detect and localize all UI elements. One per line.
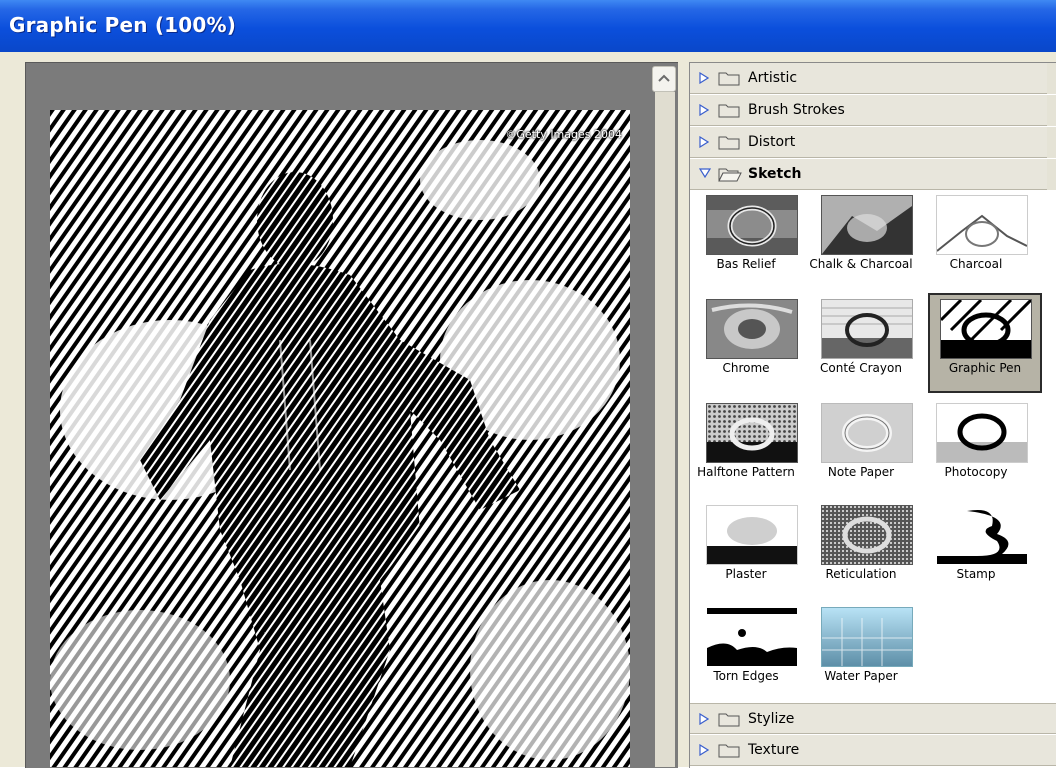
thumbnail-image xyxy=(936,403,1028,463)
filter-thumb-graphic-pen[interactable]: Graphic Pen xyxy=(928,293,1042,393)
scrollbar-edge xyxy=(1047,127,1056,158)
panel-divider[interactable] xyxy=(681,62,689,767)
thumbnail-label: Conté Crayon xyxy=(820,361,902,375)
thumbnail-image xyxy=(706,299,798,359)
category-texture[interactable]: Texture xyxy=(690,735,1056,766)
thumbnail-image xyxy=(821,607,913,667)
thumbnail-label: Chrome xyxy=(722,361,770,375)
thumbnail-image xyxy=(706,195,798,255)
expand-arrow-icon xyxy=(699,713,709,725)
expand-arrow-icon xyxy=(699,136,709,148)
filter-thumb-charcoal[interactable]: Charcoal xyxy=(926,191,1028,289)
sketch-filter-thumbnails: Bas Relief Chalk & Charcoal Charcoal Chr… xyxy=(690,191,1056,701)
thumbnail-image xyxy=(821,403,913,463)
thumbnail-label: Bas Relief xyxy=(716,257,776,271)
thumbnail-image xyxy=(821,505,913,565)
category-brush-strokes[interactable]: Brush Strokes xyxy=(690,95,1056,126)
thumbnail-image xyxy=(821,299,913,359)
preview-scrollbar[interactable] xyxy=(655,92,675,767)
category-label: Stylize xyxy=(748,711,795,727)
folder-icon xyxy=(718,104,740,118)
filter-thumb-note-paper[interactable]: Note Paper xyxy=(811,399,913,497)
thumbnail-image xyxy=(821,195,913,255)
window-title-bar[interactable]: Graphic Pen (100%) xyxy=(0,0,1056,52)
collapse-arrow-icon xyxy=(699,168,711,178)
filter-thumb-bas-relief[interactable]: Bas Relief xyxy=(696,191,798,289)
category-label: Sketch xyxy=(748,166,802,182)
thumbnail-image xyxy=(936,505,1028,565)
thumbnail-label: Stamp xyxy=(956,567,996,581)
thumbnail-label: Photocopy xyxy=(944,465,1008,479)
category-label: Texture xyxy=(748,742,800,758)
thumbnail-label: Plaster xyxy=(725,567,767,581)
folder-icon xyxy=(718,72,740,86)
category-sketch[interactable]: Sketch xyxy=(690,159,1056,190)
category-label: Artistic xyxy=(748,70,798,86)
thumbnail-label: Torn Edges xyxy=(713,669,779,683)
category-stylize[interactable]: Stylize xyxy=(690,703,1056,734)
thumbnail-image xyxy=(706,403,798,463)
category-artistic[interactable]: Artistic xyxy=(690,63,1056,94)
category-label: Distort xyxy=(748,134,796,150)
category-distort[interactable]: Distort xyxy=(690,127,1056,158)
filter-thumb-chalk-charcoal[interactable]: Chalk & Charcoal xyxy=(809,191,913,289)
scrollbar-edge xyxy=(1047,95,1056,126)
thumbnail-label: Charcoal xyxy=(949,257,1003,271)
thumbnail-label: Chalk & Charcoal xyxy=(809,257,913,271)
preview-image: ©Getty Images 2004 xyxy=(50,110,630,767)
expand-arrow-icon xyxy=(699,744,709,756)
folder-open-icon xyxy=(718,168,742,182)
folder-icon xyxy=(718,136,740,150)
thumbnail-image xyxy=(936,195,1028,255)
expand-arrow-icon xyxy=(699,104,709,116)
filter-thumb-plaster[interactable]: Plaster xyxy=(696,501,798,599)
copyright-watermark: ©Getty Images 2004 xyxy=(505,128,622,141)
thumbnail-image xyxy=(940,299,1032,359)
filter-thumb-photocopy[interactable]: Photocopy xyxy=(926,399,1028,497)
expand-arrow-icon xyxy=(699,72,709,84)
filter-thumb-chrome[interactable]: Chrome xyxy=(696,295,798,393)
window-title: Graphic Pen (100%) xyxy=(9,13,237,37)
category-label: Brush Strokes xyxy=(748,102,845,118)
scrollbar-edge xyxy=(1047,159,1056,190)
filter-thumb-conte-crayon[interactable]: Conté Crayon xyxy=(811,295,913,393)
filter-thumb-halftone-pattern[interactable]: Halftone Pattern xyxy=(696,399,798,497)
folder-icon xyxy=(718,744,740,758)
thumbnail-image xyxy=(706,607,798,667)
thumbnail-label: Halftone Pattern xyxy=(697,465,795,479)
thumbnail-label: Reticulation xyxy=(825,567,897,581)
folder-icon xyxy=(718,713,740,727)
chevron-up-icon xyxy=(658,74,670,82)
scrollbar-edge xyxy=(1047,63,1056,94)
preview-scroll-up-button[interactable] xyxy=(652,66,676,92)
filter-thumb-water-paper[interactable]: Water Paper xyxy=(811,603,913,701)
filter-thumb-torn-edges[interactable]: Torn Edges xyxy=(696,603,798,701)
thumbnail-label: Graphic Pen xyxy=(948,361,1022,375)
filter-gallery-panel: Artistic Brush Strokes Distort Sketch Ba… xyxy=(689,62,1056,768)
thumbnail-label: Water Paper xyxy=(824,669,898,683)
thumbnail-label: Note Paper xyxy=(827,465,895,479)
thumbnail-image xyxy=(706,505,798,565)
filter-thumb-reticulation[interactable]: Reticulation xyxy=(811,501,913,599)
filter-thumb-stamp[interactable]: Stamp xyxy=(926,501,1028,599)
graphic-pen-photo xyxy=(50,110,630,767)
